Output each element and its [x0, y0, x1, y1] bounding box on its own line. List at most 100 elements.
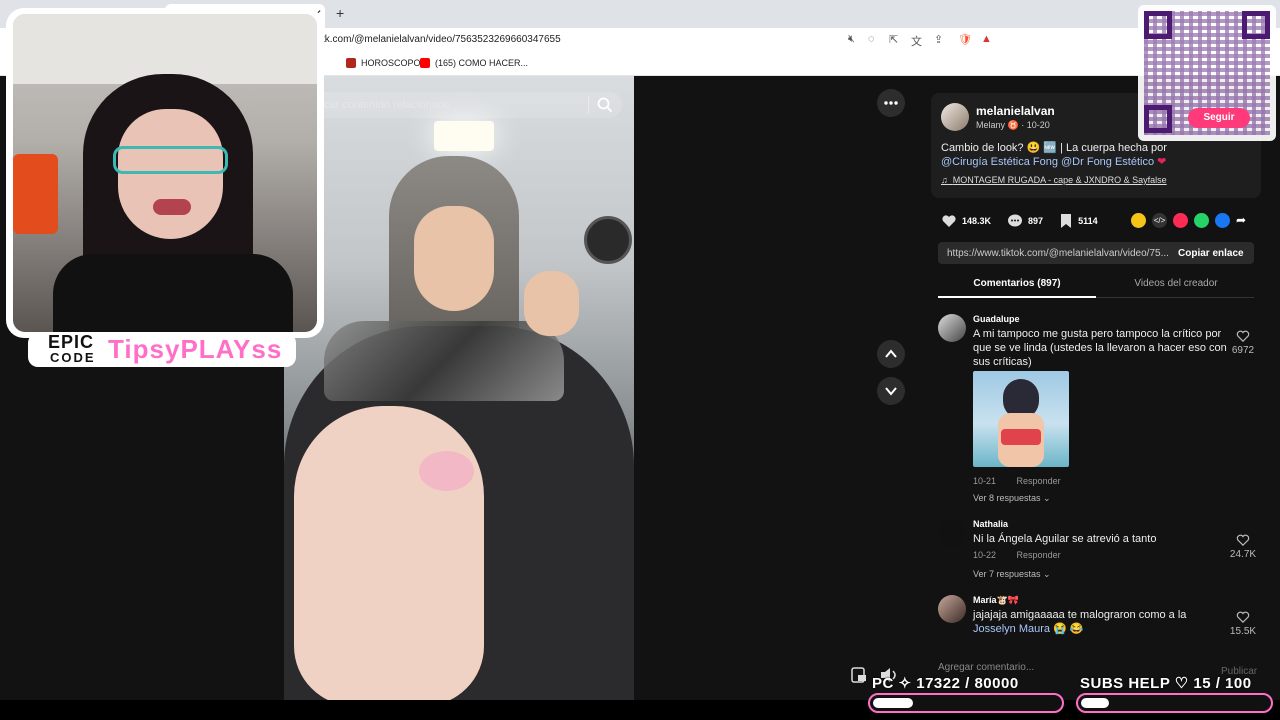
streamer-shirt	[53, 254, 293, 332]
comment-item: Guadalupe A mi tampoco me gusta pero tam…	[938, 314, 1258, 514]
url-text[interactable]: tk.com/@melanielalvan/video/756352326966…	[322, 34, 561, 45]
music-note-icon: ♫	[941, 175, 948, 185]
description-text: Cambio de look? 😃 🆕 | La cuerpa hecha po…	[941, 142, 1167, 154]
qr-corner-marker	[1144, 105, 1172, 133]
music-title[interactable]: MONTAGEM RUGADA - cape & JXNDRO & Sayfal…	[953, 175, 1167, 185]
video-player[interactable]	[284, 76, 634, 700]
heart-outline-icon	[1236, 611, 1250, 623]
heart-outline-icon	[1236, 330, 1250, 342]
previous-video-button[interactable]	[877, 340, 905, 368]
comment-text: Ni la Ángela Aguilar se atrevió a tanto	[973, 533, 1157, 545]
send-to-friends-icon[interactable]	[1173, 213, 1188, 228]
comment-like[interactable]: 24.7K	[1228, 534, 1258, 560]
next-video-button[interactable]	[877, 377, 905, 405]
tab-creator-videos[interactable]: Videos del creador	[1098, 278, 1254, 289]
comment-meta: 10-22 Responder	[973, 550, 1079, 560]
music-link[interactable]: ♫ MONTAGEM RUGADA - cape & JXNDRO & Sayf…	[941, 175, 1167, 185]
facebook-icon[interactable]	[1215, 213, 1230, 228]
comment-username[interactable]: María🐮🎀	[973, 595, 1019, 606]
comment-count: 897	[1028, 216, 1044, 226]
bookmark-youtube[interactable]: (165) COMO HACER...	[420, 58, 528, 68]
comment-date: 10-22	[973, 550, 997, 560]
foreground-fist	[294, 406, 484, 700]
new-tab-icon[interactable]: +	[336, 5, 344, 21]
floating-player-icon[interactable]	[848, 664, 870, 686]
comment-username[interactable]: Guadalupe	[973, 314, 1020, 324]
creator-avatar[interactable]	[941, 103, 969, 131]
mention-link-drfong[interactable]: @Dr Fong Estético	[1061, 156, 1154, 168]
comment-input[interactable]: Agregar comentario...	[938, 662, 1034, 673]
search-icon[interactable]	[596, 96, 614, 114]
ellipsis-icon	[884, 101, 898, 105]
more-options-button[interactable]	[877, 89, 905, 117]
save-button[interactable]: 5114	[1059, 213, 1098, 229]
active-tab-indicator	[938, 296, 1096, 298]
embed-icon[interactable]: </>	[1152, 213, 1167, 228]
pc-goal-progress-bar	[868, 693, 1064, 713]
comment-text: A mi tampoco me gusta pero tampoco la cr…	[973, 328, 1227, 368]
chevron-up-icon	[885, 349, 897, 358]
comment-like-count: 6972	[1231, 345, 1255, 356]
horoscope-icon	[346, 58, 356, 68]
comment-button[interactable]: 897	[1007, 213, 1043, 229]
mute-site-icon[interactable]: 🔇︎	[848, 33, 855, 46]
volume-off-icon[interactable]: ◌	[868, 33, 875, 45]
avatar[interactable]	[938, 595, 966, 623]
share-page-icon[interactable]: ⇪	[934, 33, 943, 46]
heart-emoji: ❤	[1157, 156, 1167, 168]
comment-emoji: 😭 😂	[1053, 623, 1084, 635]
subject-face	[414, 206, 494, 311]
subs-goal-progress-fill	[1081, 698, 1110, 708]
heart-icon	[942, 215, 956, 227]
pink-nail	[419, 451, 474, 491]
share-url-field[interactable]: https://www.tiktok.com/@melanielalvan/vi…	[947, 248, 1169, 259]
share-arrow-icon[interactable]: ➦	[1236, 213, 1251, 228]
comment-item: Nathalia Ni la Ángela Aguilar se atrevió…	[938, 519, 1258, 589]
qr-corner-marker	[1242, 11, 1270, 39]
comment-like[interactable]: 15.5K	[1228, 611, 1258, 637]
creator-username[interactable]: melanielalvan	[976, 104, 1055, 118]
chevron-down-icon	[885, 387, 897, 396]
comment-like[interactable]: 6972	[1228, 330, 1258, 356]
whatsapp-icon[interactable]	[1194, 213, 1209, 228]
mention-link-josselyn[interactable]: Josselyn Maura	[973, 623, 1050, 635]
view-replies-button[interactable]: Ver 7 respuestas ⌄	[973, 569, 1051, 580]
comment-sticker-image[interactable]	[973, 371, 1069, 467]
comment-text-part: jajajaja amigaaaaa te malograron como a …	[973, 609, 1187, 621]
share-options: </> ➦	[1131, 213, 1251, 228]
bookmark-horoscopo[interactable]: HOROSCOPO	[346, 58, 421, 68]
streamer-lips	[153, 199, 191, 215]
cape-collar	[324, 321, 564, 401]
bookmark-icon	[1061, 214, 1072, 228]
open-external-icon[interactable]: ⇱	[889, 33, 898, 46]
avatar[interactable]	[938, 519, 966, 547]
figure-swimsuit	[1001, 429, 1041, 445]
repost-icon[interactable]	[1131, 213, 1146, 228]
streamer-face	[118, 109, 223, 239]
like-button[interactable]: 148.3K	[941, 213, 991, 229]
subs-goal-label: SUBS HELP ♡ 15 / 100	[1080, 675, 1252, 692]
comment-date: 10-21	[973, 476, 997, 486]
brave-shield-icon[interactable]: 🛡︎	[958, 33, 972, 46]
comment-like-count: 24.7K	[1229, 549, 1257, 560]
mention-link-cirugia[interactable]: @Cirugía Estética Fong	[941, 156, 1058, 168]
comment-username[interactable]: Nathalia	[973, 519, 1008, 529]
like-count: 148.3K	[962, 216, 992, 226]
rewards-triangle-icon[interactable]: ▲	[981, 33, 992, 45]
post-description: Cambio de look? 😃 🆕 | La cuerpa hecha po…	[941, 141, 1253, 169]
raised-fist	[524, 271, 579, 336]
qr-follow-badge: Seguir	[1188, 108, 1250, 128]
engagement-actions: 148.3K 897 5114	[941, 213, 1114, 229]
avatar[interactable]	[938, 314, 966, 342]
translate-icon[interactable]: 文	[911, 33, 922, 49]
tab-comments[interactable]: Comentarios (897)	[938, 278, 1096, 289]
view-replies-button[interactable]: Ver 8 respuestas ⌄	[973, 493, 1051, 504]
copy-link-button[interactable]: Copiar enlace	[1178, 248, 1244, 259]
comment-meta: 10-21 Responder	[973, 476, 1079, 486]
reply-button[interactable]: Responder	[1017, 550, 1061, 560]
search-input[interactable]: car contenido relacionado	[324, 99, 450, 111]
subs-goal-progress-bar	[1076, 693, 1273, 713]
comment-item: María🐮🎀 jajajaja amigaaaaa te malograron…	[938, 595, 1258, 647]
reply-button[interactable]: Responder	[1017, 476, 1061, 486]
comment-like-count: 15.5K	[1229, 626, 1257, 637]
